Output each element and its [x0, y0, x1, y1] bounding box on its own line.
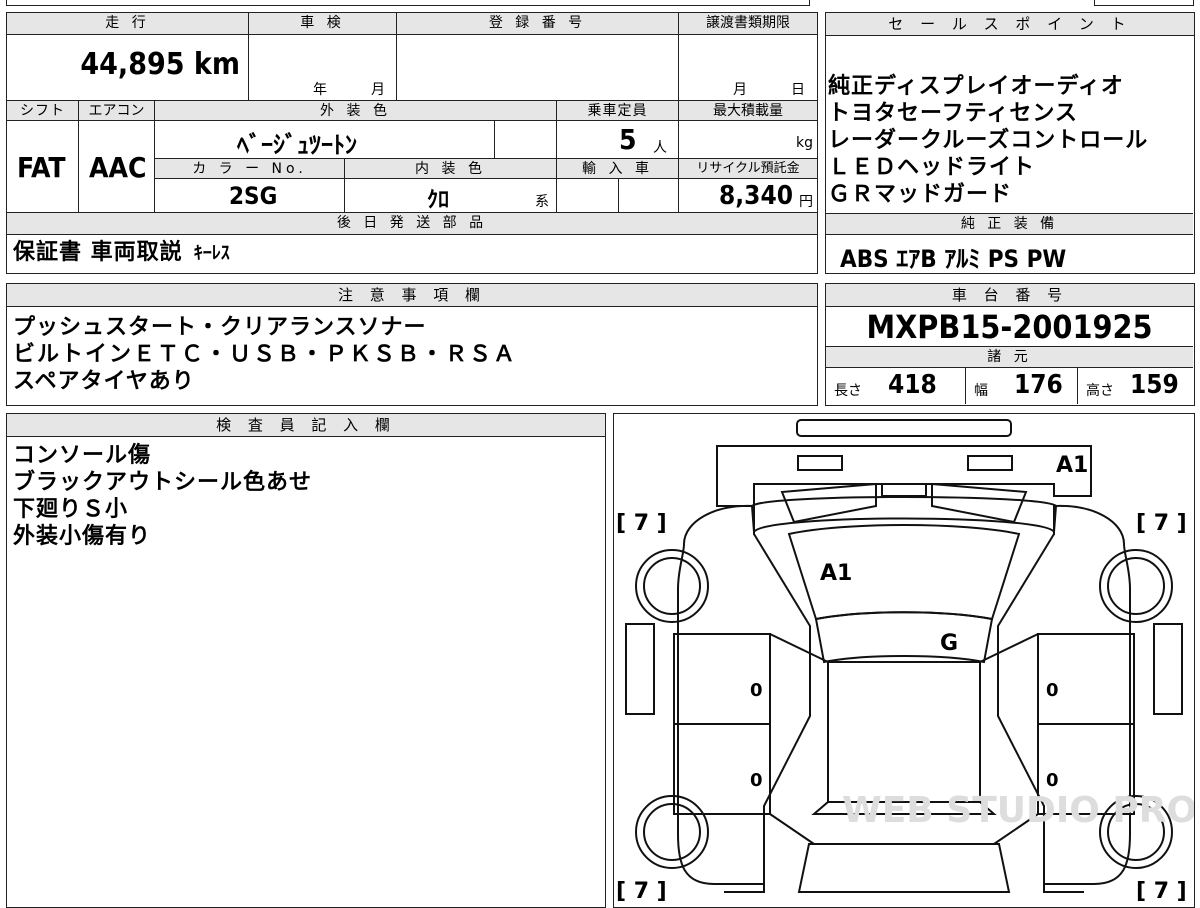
- chassis-box: 車 台 番 号 MXPB15-2001925 諸 元 長さ 418 幅 176 …: [825, 283, 1195, 406]
- height-cell: 高さ 159: [1078, 368, 1193, 404]
- equipment-label: 純 正 装 備: [826, 213, 1193, 235]
- colorno-cell: 2SG: [155, 179, 345, 213]
- capacity-value: 5: [619, 123, 637, 156]
- length-cell: 長さ 418: [826, 368, 966, 404]
- notes-box: 注 意 事 項 欄 プッシュスタート・クリアランスソナー ビルトインＥＴＣ・ＵＳ…: [6, 283, 818, 406]
- watermark: WEB STUDIO PRO: [842, 790, 1194, 831]
- exterior-label: 外 装 色: [155, 101, 557, 121]
- colorno-value: 2SG: [229, 182, 278, 210]
- length-label: 長さ: [834, 383, 862, 399]
- inspector-box: 検 査 員 記 入 欄 コンソール傷 ブラックアウトシール色あせ 下廻りＳ小 外…: [6, 413, 606, 908]
- dims-label: 諸 元: [826, 346, 1193, 368]
- door-mark-rl: 0: [750, 770, 763, 791]
- sales-point-item: トヨタセーフティセンス: [828, 101, 1078, 126]
- ac-value: AAC: [89, 151, 147, 184]
- interior-value: ｸﾛ: [427, 188, 450, 213]
- inspector-item: 下廻りＳ小: [13, 497, 129, 522]
- interior-cell: ｸﾛ 系: [345, 179, 557, 213]
- interior-label: 内 装 色: [345, 159, 557, 179]
- tire-mark-fr: [ 7 ]: [1136, 511, 1187, 536]
- tire-mark-rr: [ 7 ]: [1136, 879, 1187, 904]
- top-cropped-strip: [0, 0, 1200, 6]
- sales-point-item: 純正ディスプレイオーディオ: [828, 74, 1124, 99]
- recycle-cell: 8,340 円: [679, 179, 817, 213]
- transfer-day-unit: 日: [791, 82, 805, 98]
- inspector-item: コンソール傷: [13, 443, 152, 468]
- import-cell-b: [619, 179, 679, 213]
- damage-mark-roof: G: [940, 631, 958, 656]
- later-parts-label: 後 日 発 送 部 品: [7, 213, 817, 235]
- maxload-label: 最大積載量: [679, 101, 817, 121]
- exterior-cell: ﾍﾞｰｼﾞｭﾂｰﾄﾝ: [155, 121, 495, 159]
- door-mark-fl: 0: [750, 680, 763, 701]
- import-cell-a: [557, 179, 619, 213]
- note-item: ビルトインＥＴＣ・ＵＳＢ・ＰＫＳＢ・ＲＳＡ: [13, 342, 518, 367]
- inspection-label: 車 検: [249, 13, 397, 35]
- transfer-cell: 月 日: [679, 35, 817, 101]
- exterior-value: ﾍﾞｰｼﾞｭﾂｰﾄﾝ: [237, 131, 357, 159]
- inspection-cell: 年 月: [249, 35, 397, 101]
- inspector-item: 外装小傷有り: [13, 524, 152, 549]
- interior-suffix: 系: [535, 194, 549, 210]
- recycle-value: 8,340: [719, 181, 793, 211]
- registration-label: 登 録 番 号: [397, 13, 679, 35]
- car-diagram-box: A1 A1 G [ 7 ] [ 7 ] [ 7 ] [ 7 ] 0 0 0 0 …: [613, 413, 1195, 908]
- sales-points-list: 純正ディスプレイオーディオ トヨタセーフティセンス レーダークルーズコントロール…: [828, 73, 1148, 208]
- recycle-label: リサイクル預託金: [679, 159, 817, 179]
- width-value: 176: [1014, 370, 1063, 400]
- notes-label: 注 意 事 項 欄: [7, 284, 817, 307]
- shift-value: FAT: [17, 151, 66, 184]
- length-value: 418: [888, 370, 937, 400]
- height-label: 高さ: [1086, 383, 1114, 399]
- chassis-value: MXPB15-2001925: [866, 308, 1153, 346]
- mileage-value: 44,895 km: [80, 47, 240, 82]
- inspector-label: 検 査 員 記 入 欄: [7, 414, 605, 437]
- inspector-item: ブラックアウトシール色あせ: [13, 470, 313, 495]
- transfer-label: 譲渡書類期限: [679, 13, 817, 35]
- inspection-year-unit: 年: [313, 82, 327, 98]
- width-label: 幅: [974, 383, 988, 399]
- chassis-label: 車 台 番 号: [826, 284, 1194, 307]
- capacity-label: 乗車定員: [557, 101, 679, 121]
- note-item: スペアタイヤあり: [13, 369, 195, 394]
- door-mark-rr: 0: [1046, 770, 1059, 791]
- ac-label: エアコン: [79, 101, 155, 121]
- width-cell: 幅 176: [966, 368, 1078, 404]
- transfer-month-unit: 月: [733, 82, 747, 98]
- mileage-label: 走 行: [7, 13, 249, 35]
- notes-list: プッシュスタート・クリアランスソナー ビルトインＥＴＣ・ＵＳＢ・ＰＫＳＢ・ＲＳＡ…: [13, 314, 517, 395]
- car-diagram: A1 A1 G [ 7 ] [ 7 ] [ 7 ] [ 7 ] 0 0 0 0 …: [616, 419, 1194, 904]
- spec-table: 走 行 車 検 登 録 番 号 譲渡書類期限 44,895 km 年 月 月 日…: [6, 12, 818, 274]
- exterior-extra-cell: [495, 121, 557, 159]
- mileage-cell: 44,895 km: [7, 35, 249, 101]
- sales-point-item: ＧＲマッドガード: [828, 182, 1013, 207]
- door-mark-fr: 0: [1046, 680, 1059, 701]
- damage-mark-windshield: A1: [820, 561, 852, 586]
- damage-mark-front: A1: [1056, 453, 1088, 478]
- tire-mark-rl: [ 7 ]: [616, 879, 667, 904]
- sales-points-label: セ ー ル ス ポ イ ン ト: [826, 13, 1194, 36]
- sales-points-box: セ ー ル ス ポ イ ン ト 純正ディスプレイオーディオ トヨタセーフティセン…: [825, 12, 1195, 274]
- ac-cell: AAC: [79, 121, 155, 213]
- maxload-cell: kg: [679, 121, 817, 159]
- import-label: 輸 入 車: [557, 159, 679, 179]
- height-value: 159: [1130, 370, 1179, 400]
- colorno-label: カ ラ ー No.: [155, 159, 345, 179]
- recycle-unit: 円: [799, 194, 813, 210]
- note-item: プッシュスタート・クリアランスソナー: [13, 315, 427, 340]
- inspector-list: コンソール傷 ブラックアウトシール色あせ 下廻りＳ小 外装小傷有り: [13, 442, 312, 550]
- tire-mark-fl: [ 7 ]: [616, 511, 667, 536]
- shift-cell: FAT: [7, 121, 79, 213]
- registration-cell: [397, 35, 679, 101]
- equipment-value: ABS ｴｱB ｱﾙﾐ PS PW: [840, 245, 1067, 273]
- capacity-unit: 人: [653, 140, 667, 156]
- shift-label: シフト: [7, 101, 79, 121]
- sales-point-item: ＬＥＤヘッドライト: [828, 155, 1036, 180]
- maxload-unit: kg: [796, 135, 813, 151]
- capacity-cell: 5 人: [557, 121, 679, 159]
- inspection-month-unit: 月: [371, 82, 385, 98]
- later-parts-value: 保証書 車両取説 ｷｰﾚｽ: [13, 240, 230, 265]
- sales-point-item: レーダークルーズコントロール: [828, 128, 1149, 153]
